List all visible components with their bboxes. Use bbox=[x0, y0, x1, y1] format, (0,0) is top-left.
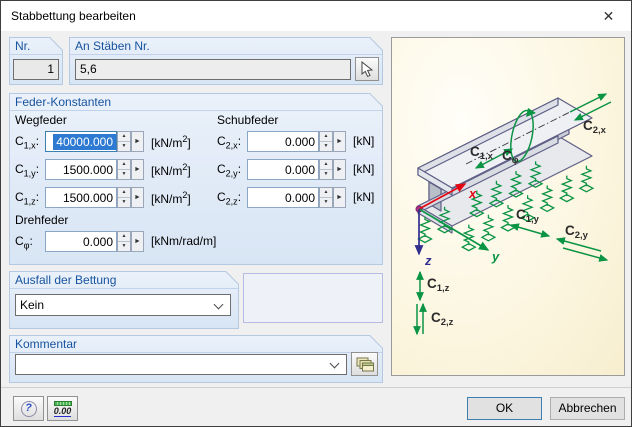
c2z-spinner[interactable]: ▲▼ bbox=[319, 187, 333, 208]
nr-field: 1 bbox=[13, 59, 59, 80]
kommentar-combobox[interactable] bbox=[15, 354, 347, 375]
spin-up-icon: ▲ bbox=[320, 132, 332, 141]
pick-members-button[interactable] bbox=[355, 57, 379, 81]
c2y-spinner[interactable]: ▲▼ bbox=[319, 159, 333, 180]
c2z-input[interactable]: 0.000 bbox=[247, 187, 319, 208]
diagram-label-c1y: C1,y bbox=[516, 207, 540, 225]
spin-down-icon: ▼ bbox=[118, 141, 130, 151]
c2x-expand-button[interactable]: ► bbox=[333, 131, 346, 152]
c1y-input[interactable]: 1500.000 bbox=[45, 159, 117, 180]
spin-up-icon: ▲ bbox=[118, 160, 130, 169]
c1x-spinner[interactable]: ▲▼ bbox=[117, 131, 131, 152]
ausfall-dropdown[interactable]: Kein bbox=[15, 294, 231, 316]
group-members-label: An Stäben Nr. bbox=[75, 39, 150, 53]
row-cphi: Cφ: 0.000 ▲▼ ► [kNm/rad/m] bbox=[15, 231, 255, 252]
diagram-label-c2z: C2,z bbox=[431, 310, 454, 328]
spin-up-icon: ▲ bbox=[118, 232, 130, 241]
c2x-unit: [kN] bbox=[353, 134, 374, 148]
help-icon: ? bbox=[21, 401, 37, 417]
chevron-down-icon bbox=[330, 359, 340, 369]
cphi-unit: [kNm/rad/m] bbox=[151, 234, 216, 248]
c1x-input[interactable]: 40000.000 bbox=[45, 131, 117, 152]
section-wegfeder: Wegfeder bbox=[15, 113, 67, 127]
diagram-label-c1z: C1,z bbox=[427, 276, 450, 294]
c2x-input[interactable]: 0.000 bbox=[247, 131, 319, 152]
spin-up-icon: ▲ bbox=[118, 188, 130, 197]
c1y-expand-button[interactable]: ► bbox=[131, 159, 144, 180]
group-spring-label: Feder-Konstanten bbox=[15, 95, 111, 109]
units-settings-button[interactable]: 0.00 bbox=[47, 396, 78, 421]
c1x-expand-button[interactable]: ► bbox=[131, 131, 144, 152]
group-spring-constants: Feder-Konstanten Wegfeder Schubfeder Dre… bbox=[9, 93, 383, 265]
c1x-unit: [kN/m2] bbox=[151, 134, 191, 150]
ok-button[interactable]: OK bbox=[467, 397, 542, 420]
c2y-expand-button[interactable]: ► bbox=[333, 159, 346, 180]
dialog-stabbettung: Stabbettung bearbeiten ✕ Nr. 1 An Stäben… bbox=[0, 0, 632, 427]
kommentar-templates-button[interactable] bbox=[351, 352, 378, 376]
spin-down-icon: ▼ bbox=[118, 197, 130, 207]
section-schubfeder: Schubfeder bbox=[217, 113, 278, 127]
members-field[interactable]: 5,6 bbox=[75, 59, 351, 80]
close-icon[interactable]: ✕ bbox=[586, 1, 631, 31]
spin-up-icon: ▲ bbox=[320, 160, 332, 169]
c2x-spinner[interactable]: ▲▼ bbox=[319, 131, 333, 152]
pick-cursor-icon bbox=[360, 61, 374, 77]
c1z-spinner[interactable]: ▲▼ bbox=[117, 187, 131, 208]
section-drehfeder: Drehfeder bbox=[15, 213, 68, 227]
preview-box bbox=[243, 273, 383, 323]
cphi-input[interactable]: 0.000 bbox=[45, 231, 117, 252]
cphi-expand-button[interactable]: ► bbox=[131, 231, 144, 252]
c1y-unit: [kN/m2] bbox=[151, 162, 191, 178]
group-ausfall-label: Ausfall der Bettung bbox=[15, 273, 116, 287]
cphi-spinner[interactable]: ▲▼ bbox=[117, 231, 131, 252]
diagram-label-c2y: C2,y bbox=[565, 223, 589, 241]
spin-down-icon: ▼ bbox=[118, 241, 130, 251]
group-nr-label: Nr. bbox=[15, 39, 30, 53]
title-bar: Stabbettung bearbeiten ✕ bbox=[1, 1, 631, 31]
c2z-unit: [kN] bbox=[353, 190, 374, 204]
group-members: An Stäben Nr. 5,6 bbox=[69, 37, 383, 85]
cancel-button[interactable]: Abbrechen bbox=[550, 397, 625, 420]
group-ausfall: Ausfall der Bettung Kein bbox=[9, 271, 239, 329]
row-c2x: C2,x: 0.000 ▲▼ ► [kN] bbox=[217, 131, 457, 152]
stacked-comments-icon bbox=[356, 357, 374, 372]
spin-down-icon: ▼ bbox=[320, 197, 332, 207]
row-c2z: C2,z: 0.000 ▲▼ ► [kN] bbox=[217, 187, 457, 208]
help-button[interactable]: ? bbox=[13, 396, 44, 421]
c1z-expand-button[interactable]: ► bbox=[131, 187, 144, 208]
group-nr: Nr. 1 bbox=[9, 37, 63, 85]
c1z-unit: [kN/m2] bbox=[151, 190, 191, 206]
c2y-input[interactable]: 0.000 bbox=[247, 159, 319, 180]
x-axis-label: x bbox=[468, 186, 477, 201]
spin-up-icon: ▲ bbox=[118, 132, 130, 141]
row-c2y: C2,y: 0.000 ▲▼ ► [kN] bbox=[217, 159, 457, 180]
dialog-title: Stabbettung bearbeiten bbox=[11, 9, 136, 23]
spin-down-icon: ▼ bbox=[320, 141, 332, 151]
footer-separator bbox=[1, 387, 631, 388]
z-axis-label: z bbox=[424, 253, 432, 268]
c2z-expand-button[interactable]: ► bbox=[333, 187, 346, 208]
spin-down-icon: ▼ bbox=[118, 169, 130, 179]
spin-up-icon: ▲ bbox=[320, 188, 332, 197]
chevron-down-icon bbox=[214, 300, 224, 310]
units-decimal-label: 0.00 bbox=[54, 406, 72, 417]
group-kommentar-label: Kommentar bbox=[15, 337, 77, 351]
y-axis-label: y bbox=[491, 249, 500, 264]
group-kommentar: Kommentar bbox=[9, 335, 383, 383]
spin-down-icon: ▼ bbox=[320, 169, 332, 179]
c1y-spinner[interactable]: ▲▼ bbox=[117, 159, 131, 180]
c1z-input[interactable]: 1500.000 bbox=[45, 187, 117, 208]
diagram-label-c2x: C2,x bbox=[583, 118, 607, 136]
c2y-unit: [kN] bbox=[353, 162, 374, 176]
